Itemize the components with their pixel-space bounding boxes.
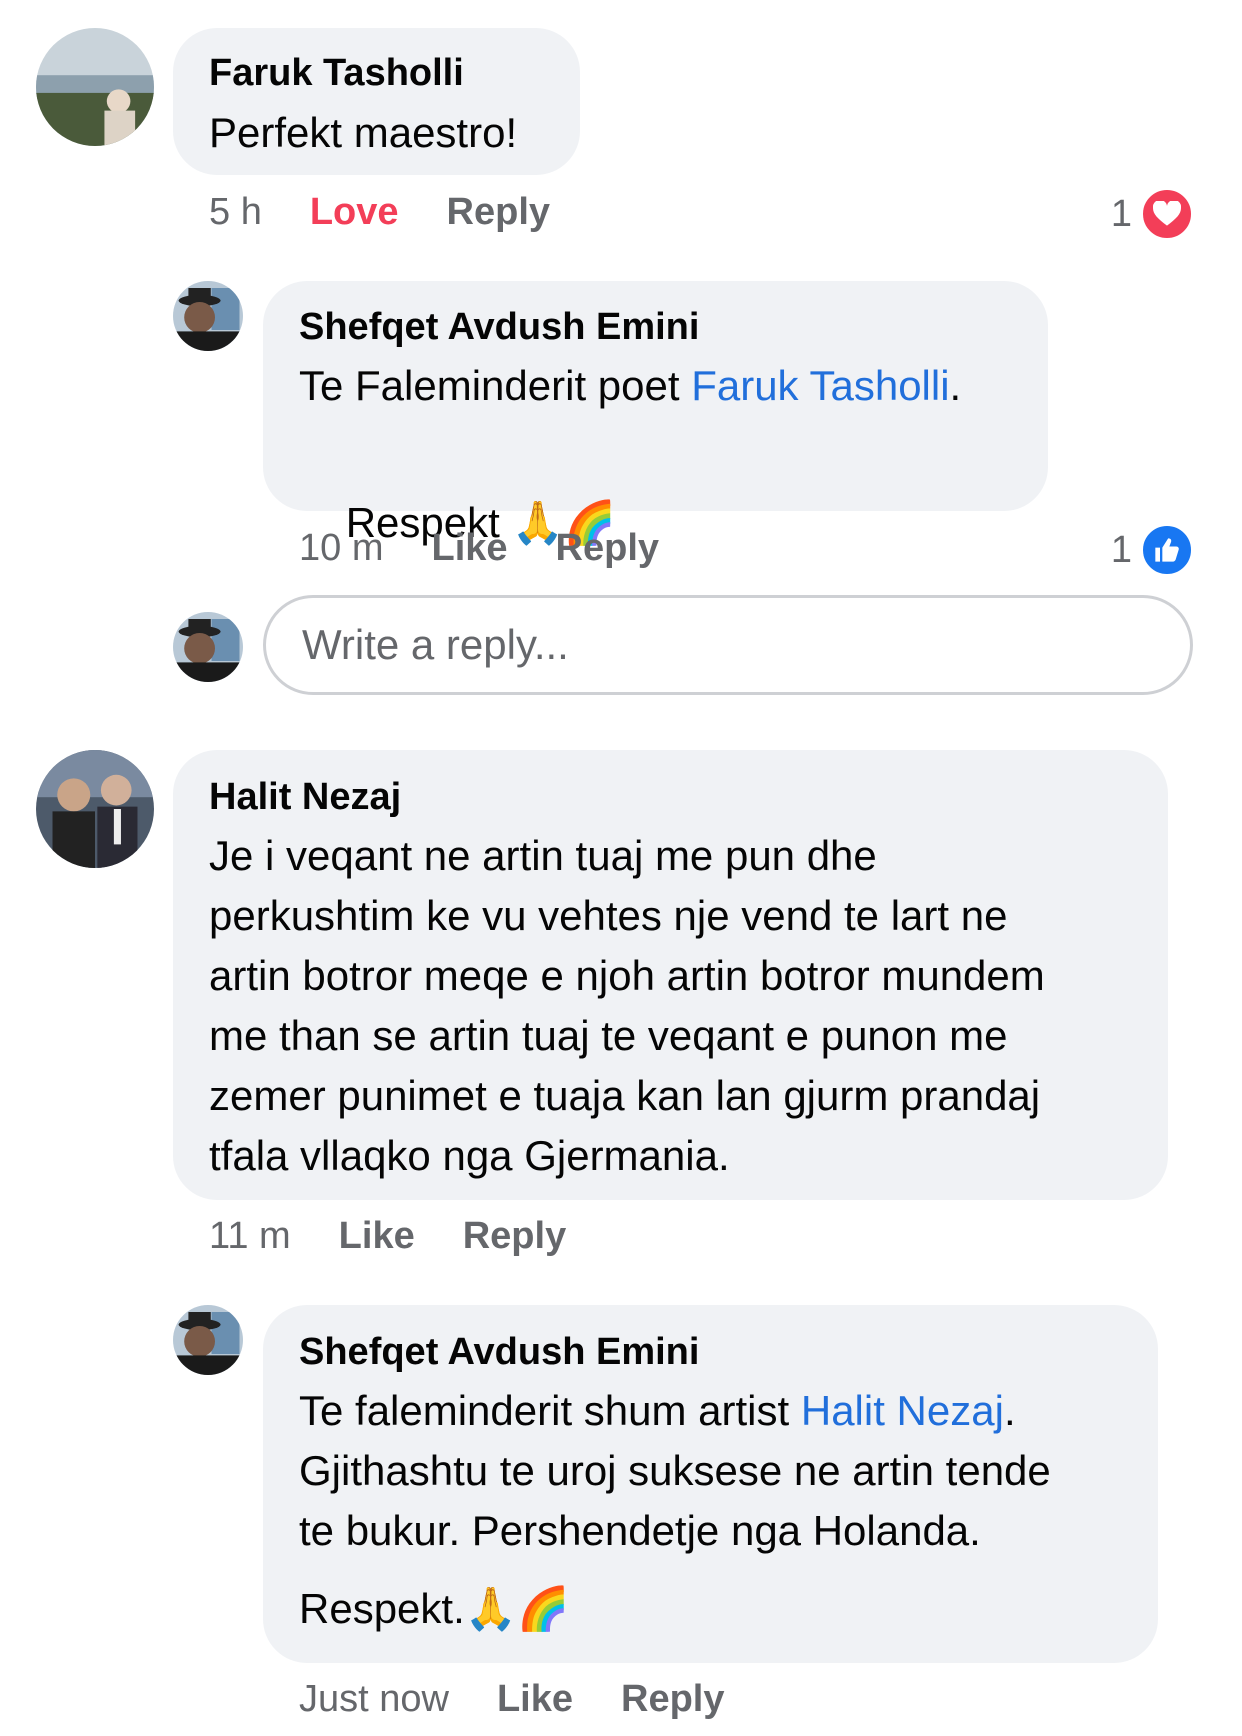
like-button[interactable]: Like — [339, 1215, 415, 1257]
profile-photo-man-hat — [173, 281, 243, 351]
comment-text-line: me than se artin tuaj te veqant e punon … — [209, 1012, 1008, 1059]
comment-author[interactable]: Halit Nezaj — [209, 774, 401, 820]
comment-meta: 10 m Like Reply — [299, 525, 659, 571]
reply-placeholder: Write a reply... — [302, 621, 569, 668]
comment-meta: 11 m Like Reply — [209, 1213, 566, 1259]
comment-bubble: Halit Nezaj Je i veqant ne artin tuaj me… — [173, 750, 1168, 1200]
comment-text: Perfekt maestro! — [209, 109, 518, 156]
comment-text-line: perkushtim ke vu vehtes nje vend te lart… — [209, 892, 1008, 939]
comment-meta: Just now Like Reply — [299, 1676, 725, 1722]
comment-bubble: Shefqet Avdush Emini Te Faleminderit poe… — [263, 281, 1048, 547]
reaction-count: 1 — [1110, 193, 1132, 235]
comment-text-line: te bukur. Pershendetje nga Holanda. — [299, 1507, 981, 1554]
comment-text-suffix: . — [949, 362, 962, 409]
mention-link[interactable]: Faruk Tasholli — [691, 362, 949, 409]
avatar-shefqet-avdush-emini[interactable] — [173, 1305, 243, 1375]
reaction-summary[interactable]: 1 — [1111, 187, 1194, 241]
comment-text-line: tfala vllaqko nga Gjermania. — [209, 1132, 730, 1179]
love-button[interactable]: Love — [310, 191, 399, 233]
emoji-pray-rainbow: 🙏🌈 — [464, 1584, 570, 1633]
comment-text: Te Faleminderit poet Faruk Tasholli. — [299, 356, 961, 416]
comment-text-suffix: . — [1003, 1387, 1016, 1434]
like-button[interactable]: Like — [497, 1678, 573, 1720]
profile-photo-man-hat — [173, 1305, 243, 1375]
timestamp[interactable]: Just now — [299, 1678, 449, 1720]
comment-author[interactable]: Faruk Tasholli — [209, 50, 464, 96]
comment-text-prefix: Te faleminderit shum artist — [299, 1387, 801, 1434]
like-button[interactable]: Like — [431, 527, 507, 569]
comment-text-line: Je i veqant ne artin tuaj me pun dhe — [209, 832, 877, 879]
comment-author[interactable]: Shefqet Avdush Emini — [299, 304, 699, 350]
comment-author[interactable]: Shefqet Avdush Emini — [299, 1329, 699, 1375]
comment-text-line: artin botror meqe e njoh artin botror mu… — [209, 952, 1045, 999]
reply-button[interactable]: Reply — [463, 1215, 566, 1257]
timestamp[interactable]: 5 h — [209, 191, 262, 233]
like-icon — [1140, 523, 1194, 577]
comment-text: Te faleminderit shum artist Halit Nezaj. — [299, 1381, 1016, 1441]
profile-photo-man-hat — [173, 612, 243, 682]
comment-text-prefix: Te Faleminderit poet — [299, 362, 692, 409]
comment-bubble: Shefqet Avdush Emini Te faleminderit shu… — [263, 1305, 1158, 1663]
profile-photo-two-men — [36, 750, 154, 868]
reaction-summary[interactable]: 1 — [1111, 523, 1194, 577]
comment-text-line: Gjithashtu te uroj suksese ne artin tend… — [299, 1447, 1051, 1494]
comment-text-line: Respekt.🙏🌈 — [299, 1579, 569, 1639]
reply-button[interactable]: Reply — [621, 1678, 724, 1720]
comment-text-respekt: Respekt. — [299, 1585, 465, 1632]
timestamp[interactable]: 11 m — [209, 1215, 291, 1257]
comment-text-line: Respekt 🙏🌈 — [299, 433, 616, 613]
avatar-halit-nezaj[interactable] — [36, 750, 154, 868]
comment-text-line: zemer punimet e tuaja kan lan gjurm pran… — [209, 1072, 1041, 1119]
reply-input[interactable]: Write a reply... — [263, 595, 1193, 695]
mention-link[interactable]: Halit Nezaj — [801, 1387, 1004, 1434]
avatar-shefqet-avdush-emini[interactable] — [173, 281, 243, 351]
comment-meta: 5 h Love Reply — [209, 189, 550, 235]
avatar-faruk-tasholli[interactable] — [36, 28, 154, 146]
reply-button[interactable]: Reply — [556, 527, 659, 569]
timestamp[interactable]: 10 m — [299, 527, 383, 569]
profile-photo-landscape — [36, 28, 154, 146]
comment-bubble: Faruk Tasholli Perfekt maestro! — [173, 28, 580, 175]
reaction-count: 1 — [1110, 529, 1132, 571]
love-icon — [1140, 187, 1194, 241]
reply-button[interactable]: Reply — [447, 191, 550, 233]
current-user-avatar[interactable] — [173, 612, 243, 682]
